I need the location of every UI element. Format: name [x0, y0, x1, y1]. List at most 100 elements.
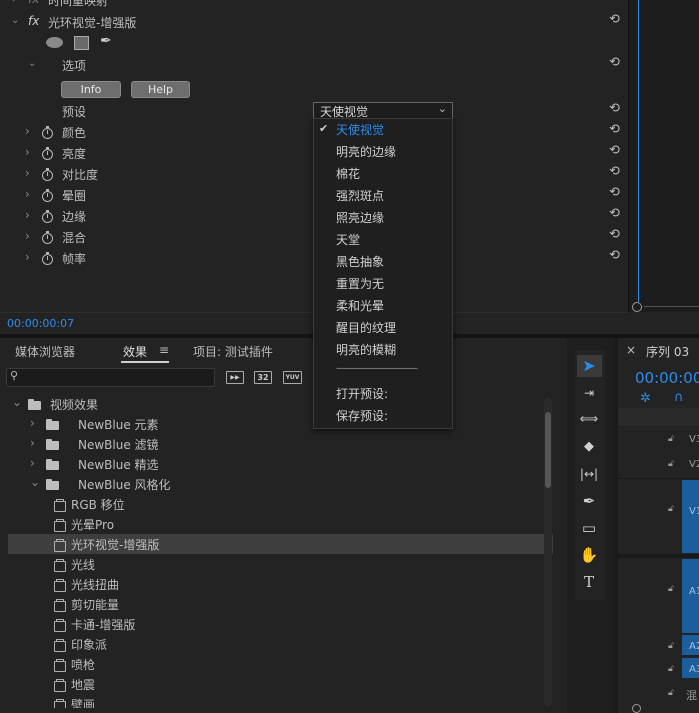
chevron-right-icon[interactable]: › [25, 229, 30, 243]
tree-effect-row[interactable]: 喷枪 [8, 654, 553, 674]
reset-icon[interactable]: ⟲ [609, 143, 620, 158]
chevron-right-icon[interactable]: › [25, 250, 30, 264]
reset-icon[interactable]: ⟲ [609, 248, 620, 263]
tree-folder-row[interactable]: ⌄ NewBlue 风格化 [8, 474, 553, 494]
32bit-filter-icon[interactable]: 32 [254, 371, 272, 384]
slip-tool-icon[interactable]: |↔| [577, 463, 601, 485]
tree-folder-row[interactable]: ⌄ 视频效果 [8, 394, 553, 414]
timeline-timecode[interactable]: 00:00:00 [635, 369, 699, 387]
tree-effect-row[interactable]: 剪切能量 [8, 594, 553, 614]
preset-option[interactable]: 天使视觉 [336, 121, 384, 138]
lock-icon[interactable]: 🔓︎ [668, 641, 674, 651]
reset-icon[interactable]: ⟲ [609, 55, 620, 70]
tree-folder-row[interactable]: › NewBlue 滤镜 [8, 434, 553, 454]
preset-option[interactable]: 强烈斑点 [336, 187, 384, 204]
close-icon[interactable]: × [626, 343, 636, 357]
reset-icon[interactable]: ⟲ [609, 227, 620, 242]
pen-tool-icon[interactable]: ✒ [577, 490, 601, 512]
stopwatch-icon[interactable] [42, 126, 53, 139]
horizontal-scrollbar[interactable] [644, 306, 699, 307]
chevron-down-icon[interactable]: ⌄ [12, 395, 22, 409]
tree-effect-row[interactable]: RGB 移位 [8, 494, 553, 514]
magnet-icon[interactable]: ∩ [674, 390, 684, 405]
reset-icon[interactable]: ⟲ [609, 185, 620, 200]
preset-option[interactable]: 棉花 [336, 165, 360, 182]
stopwatch-icon[interactable] [42, 231, 53, 244]
playhead-line[interactable] [638, 0, 639, 302]
yuv-filter-icon[interactable]: YUV [283, 371, 302, 384]
preset-option[interactable]: 天堂 [336, 231, 360, 248]
tree-effect-row[interactable]: 壁画 [8, 694, 553, 708]
lock-icon[interactable]: 🔓︎ [668, 664, 674, 674]
chevron-right-icon[interactable]: › [25, 145, 30, 159]
lock-icon[interactable]: 🔓︎ [668, 584, 674, 594]
scrollbar-thumb[interactable] [545, 412, 551, 488]
scroll-handle[interactable] [632, 302, 642, 312]
sequence-tab[interactable]: 序列 03 [646, 343, 689, 360]
razor-tool-icon[interactable]: ◆ [577, 436, 601, 458]
tree-effect-row[interactable]: 卡通-增强版 [8, 614, 553, 634]
tree-effect-row[interactable]: 光线扭曲 [8, 574, 553, 594]
chevron-down-icon[interactable]: ⌄ [30, 475, 40, 489]
rectangle-mask-icon[interactable] [74, 36, 89, 50]
accelerated-filter-icon[interactable]: ▶▶ [226, 371, 244, 384]
tab-project[interactable]: 项目: 测试插件 [193, 343, 273, 360]
help-button[interactable]: Help [131, 81, 190, 98]
tree-folder-row[interactable]: › NewBlue 元素 [8, 414, 553, 434]
fx-badge[interactable]: fx [28, 14, 39, 28]
reset-icon[interactable]: ⟲ [609, 101, 620, 116]
tab-media-browser[interactable]: 媒体浏览器 [15, 343, 75, 360]
lock-icon[interactable]: 🔓︎ [668, 434, 674, 444]
chevron-down-icon[interactable]: ⌄ [11, 15, 19, 26]
open-preset-action[interactable]: 打开预设: [336, 385, 388, 402]
save-preset-action[interactable]: 保存预设: [336, 407, 388, 424]
lock-icon[interactable]: 🔓︎ [668, 688, 674, 698]
lock-icon[interactable]: 🔓︎ [668, 459, 674, 469]
chevron-right-icon[interactable]: › [30, 436, 35, 450]
stopwatch-icon[interactable] [42, 252, 53, 265]
stopwatch-icon[interactable] [42, 147, 53, 160]
tree-folder-row[interactable]: › NewBlue 精选 [8, 454, 553, 474]
track-select-tool-icon[interactable]: ⇥ [577, 382, 601, 404]
reset-icon[interactable]: ⟲ [609, 206, 620, 221]
chevron-right-icon[interactable]: › [30, 456, 35, 470]
preset-option[interactable]: 明亮的边缘 [336, 143, 396, 160]
tree-effect-row[interactable]: 光线 [8, 554, 553, 574]
ripple-edit-tool-icon[interactable]: ⟺ [577, 409, 601, 431]
stopwatch-icon[interactable] [42, 189, 53, 202]
timeline-scroll-handle[interactable] [632, 704, 641, 713]
chevron-right-icon[interactable]: › [25, 166, 30, 180]
chevron-right-icon[interactable]: › [25, 208, 30, 222]
reset-icon[interactable]: ⟲ [609, 164, 620, 179]
vertical-scrollbar[interactable] [544, 398, 552, 706]
pen-mask-icon[interactable]: ✒ [100, 33, 112, 49]
preset-option[interactable]: 照亮边缘 [336, 209, 384, 226]
timeline-ruler[interactable] [618, 408, 699, 426]
tree-effect-row[interactable]: 地震 [8, 674, 553, 694]
chevron-right-icon[interactable]: › [25, 124, 30, 138]
reset-icon[interactable]: ⟲ [609, 12, 620, 27]
snap-icon[interactable]: ✲ [640, 391, 651, 406]
preset-option[interactable]: 重置为无 [336, 275, 384, 292]
stopwatch-icon[interactable] [42, 210, 53, 223]
chevron-down-icon[interactable]: ⌄ [28, 58, 36, 69]
chevron-right-icon[interactable]: › [12, 0, 16, 5]
type-tool-icon[interactable]: T [577, 571, 601, 593]
stopwatch-icon[interactable] [42, 168, 53, 181]
preset-option[interactable]: 醒目的纹理 [336, 319, 396, 336]
panel-menu-icon[interactable]: ≡ [159, 343, 169, 357]
effect-controls-timecode[interactable]: 00:00:00:07 [7, 317, 74, 330]
tree-effect-row[interactable]: 印象派 [8, 634, 553, 654]
ellipse-mask-icon[interactable] [46, 37, 63, 48]
info-button[interactable]: Info [61, 81, 121, 98]
tree-effect-row[interactable]: 光晕Pro [8, 514, 553, 534]
tree-effect-row[interactable]: 光环视觉-增强版 [8, 534, 553, 554]
hand-tool-icon[interactable]: ✋ [577, 544, 601, 566]
chevron-right-icon[interactable]: › [30, 416, 35, 430]
lock-icon[interactable]: 🔓︎ [668, 504, 674, 514]
tab-effects[interactable]: 效果 [123, 343, 147, 360]
search-input[interactable]: ⚲ [6, 368, 215, 387]
preset-option[interactable]: 柔和光晕 [336, 297, 384, 314]
rectangle-tool-icon[interactable]: ▭ [577, 517, 601, 539]
preset-option[interactable]: 黑色抽象 [336, 253, 384, 270]
